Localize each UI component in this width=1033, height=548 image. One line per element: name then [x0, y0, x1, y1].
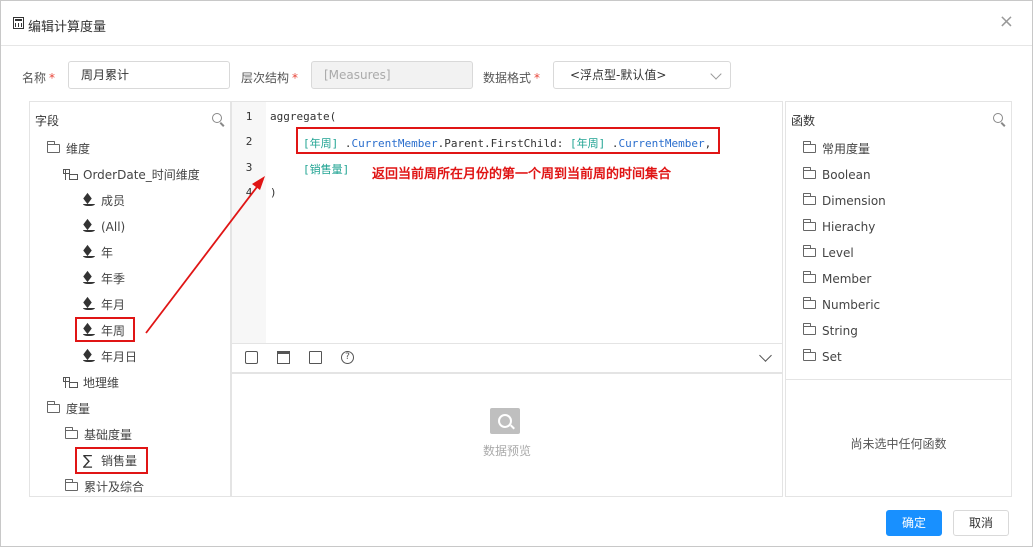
folder-icon [803, 141, 816, 153]
collapse-chevron-icon[interactable] [759, 349, 772, 362]
hierarchy-icon [63, 377, 78, 388]
folder-icon [65, 427, 78, 439]
search-icon[interactable] [993, 113, 1003, 123]
code-line-3: [销售量] [303, 163, 350, 176]
function-group-member[interactable]: Member [803, 269, 871, 289]
functions-panel: 函数 常用度量 Boolean Dimension Hierachy Level… [785, 101, 1012, 497]
folder-icon [803, 271, 816, 283]
code-line-1: aggregate( [270, 110, 337, 123]
folder-icon [803, 167, 816, 179]
hierarchy-label: 层次结构 * [241, 71, 299, 85]
editor-toolbar: ? [231, 344, 783, 373]
data-preview-area: 数据预览 [231, 373, 783, 497]
layers-icon [83, 221, 95, 232]
fields-panel: 字段 维度 OrderDate_时间维度 成员 (All) 年 年季 年月 年周… [29, 101, 231, 497]
clear-icon[interactable] [277, 351, 290, 364]
hierarchy-icon [63, 169, 78, 180]
folder-icon [47, 141, 60, 153]
folder-icon [803, 219, 816, 231]
tree-item-dimension[interactable]: 维度 [47, 139, 90, 159]
annotation-text: 返回当前周所在月份的第一个周到当前周的时间集合 [372, 167, 672, 182]
line-number: 4 [245, 186, 253, 199]
name-label: 名称 * [22, 71, 56, 85]
tree-item-year[interactable]: 年 [83, 243, 113, 263]
folder-icon [803, 349, 816, 361]
highlight-code-line-2 [296, 127, 720, 154]
highlight-sales-qty [75, 447, 148, 474]
function-group-set[interactable]: Set [803, 347, 842, 367]
function-group-level[interactable]: Level [803, 243, 854, 263]
tree-item-year-month[interactable]: 年月 [83, 295, 125, 315]
ok-button[interactable]: 确定 [886, 510, 942, 536]
function-group-numberic[interactable]: Numberic [803, 295, 880, 315]
function-group-hierachy[interactable]: Hierachy [803, 217, 875, 237]
format-label: 数据格式 * [483, 71, 541, 85]
function-group-string[interactable]: String [803, 321, 858, 341]
layers-icon [83, 247, 95, 258]
tree-item-measures[interactable]: 度量 [47, 399, 90, 419]
tree-item-year-quarter[interactable]: 年季 [83, 269, 125, 289]
chevron-down-icon [710, 68, 722, 80]
tree-item-all[interactable]: (All) [83, 217, 125, 237]
tree-item-year-month-day[interactable]: 年月日 [83, 347, 137, 367]
tree-item-cumulative[interactable]: 累计及综合 [65, 477, 144, 497]
layers-icon [83, 195, 95, 206]
edit-calculated-measure-dialog: 编辑计算度量 × 名称 * 周月累计 层次结构 * [Measures] 数据格式 *… [0, 0, 1033, 547]
folder-icon [47, 401, 60, 413]
line-number: 2 [245, 135, 253, 148]
line-number: 3 [245, 161, 253, 174]
dialog-title: 编辑计算度量 [28, 20, 107, 35]
cancel-button[interactable]: 取消 [953, 510, 1009, 536]
function-group-common[interactable]: 常用度量 [803, 139, 870, 159]
format-icon[interactable] [245, 351, 258, 364]
line-number-gutter: 1 2 3 4 [232, 102, 266, 343]
function-group-boolean[interactable]: Boolean [803, 165, 871, 185]
layers-icon [83, 351, 95, 362]
preview-text: 数据预览 [482, 444, 531, 458]
tree-item-members[interactable]: 成员 [83, 191, 125, 211]
function-group-dimension[interactable]: Dimension [803, 191, 886, 211]
tree-item-orderdate[interactable]: OrderDate_时间维度 [63, 165, 200, 185]
folder-icon [803, 297, 816, 309]
folder-icon [65, 479, 78, 491]
functions-panel-title: 函数 [791, 114, 816, 128]
fields-panel-title: 字段 [35, 114, 60, 128]
code-line-4: ) [270, 186, 277, 199]
tree-item-geo[interactable]: 地理维 [63, 373, 119, 393]
format-select-value: <浮点型-默认值> [570, 68, 667, 82]
close-button[interactable]: × [999, 11, 1014, 32]
calculator-icon [13, 17, 24, 29]
layers-icon [83, 299, 95, 310]
format-select[interactable]: <浮点型-默认值> [553, 61, 731, 89]
line-number: 1 [245, 110, 253, 123]
folder-icon [803, 245, 816, 257]
search-icon[interactable] [212, 113, 222, 123]
highlight-year-week [75, 317, 135, 342]
help-icon[interactable]: ? [341, 351, 354, 364]
folder-icon [803, 193, 816, 205]
tree-item-basic-measures[interactable]: 基础度量 [65, 425, 132, 445]
validate-icon[interactable] [309, 351, 322, 364]
name-input[interactable]: 周月累计 [68, 61, 230, 89]
dialog-titlebar: 编辑计算度量 × [1, 1, 1032, 46]
folder-icon [803, 323, 816, 335]
layers-icon [83, 273, 95, 284]
preview-icon [490, 408, 520, 434]
functions-divider [786, 379, 1011, 380]
function-empty-text: 尚未选中任何函数 [850, 437, 947, 451]
hierarchy-input: [Measures] [311, 61, 473, 89]
